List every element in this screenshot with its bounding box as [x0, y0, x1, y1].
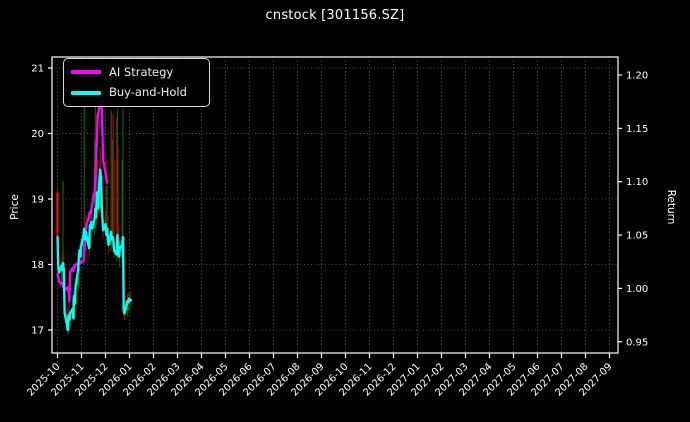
return-tick-label: 1.15 [626, 124, 648, 135]
return-tick-label: 1.00 [626, 284, 648, 295]
price-tick-label: 20 [31, 129, 44, 140]
price-tick-label: 19 [31, 195, 44, 206]
candle-body [56, 192, 59, 237]
legend-item-buy-and-hold: Buy-and-Hold [64, 84, 209, 102]
return-axis-label: Return [665, 189, 677, 225]
buy-and-hold-line-swatch [71, 90, 101, 95]
return-tick-label: 1.05 [626, 231, 648, 242]
return-tick-label: 1.20 [626, 71, 648, 82]
legend-item-ai-strategy: AI Strategy [64, 63, 209, 81]
legend: AI Strategy Buy-and-Hold [63, 58, 210, 107]
price-tick-label: 18 [31, 260, 44, 271]
price-tick-label: 17 [31, 326, 44, 337]
legend-label: AI Strategy [109, 64, 174, 79]
price-tick-label: 21 [31, 64, 44, 75]
ai-strategy-line-swatch [71, 70, 101, 75]
return-tick-label: 0.95 [626, 337, 648, 348]
legend-label: Buy-and-Hold [109, 84, 187, 99]
price-axis-label: Price [9, 194, 21, 220]
return-tick-label: 1.10 [626, 177, 648, 188]
